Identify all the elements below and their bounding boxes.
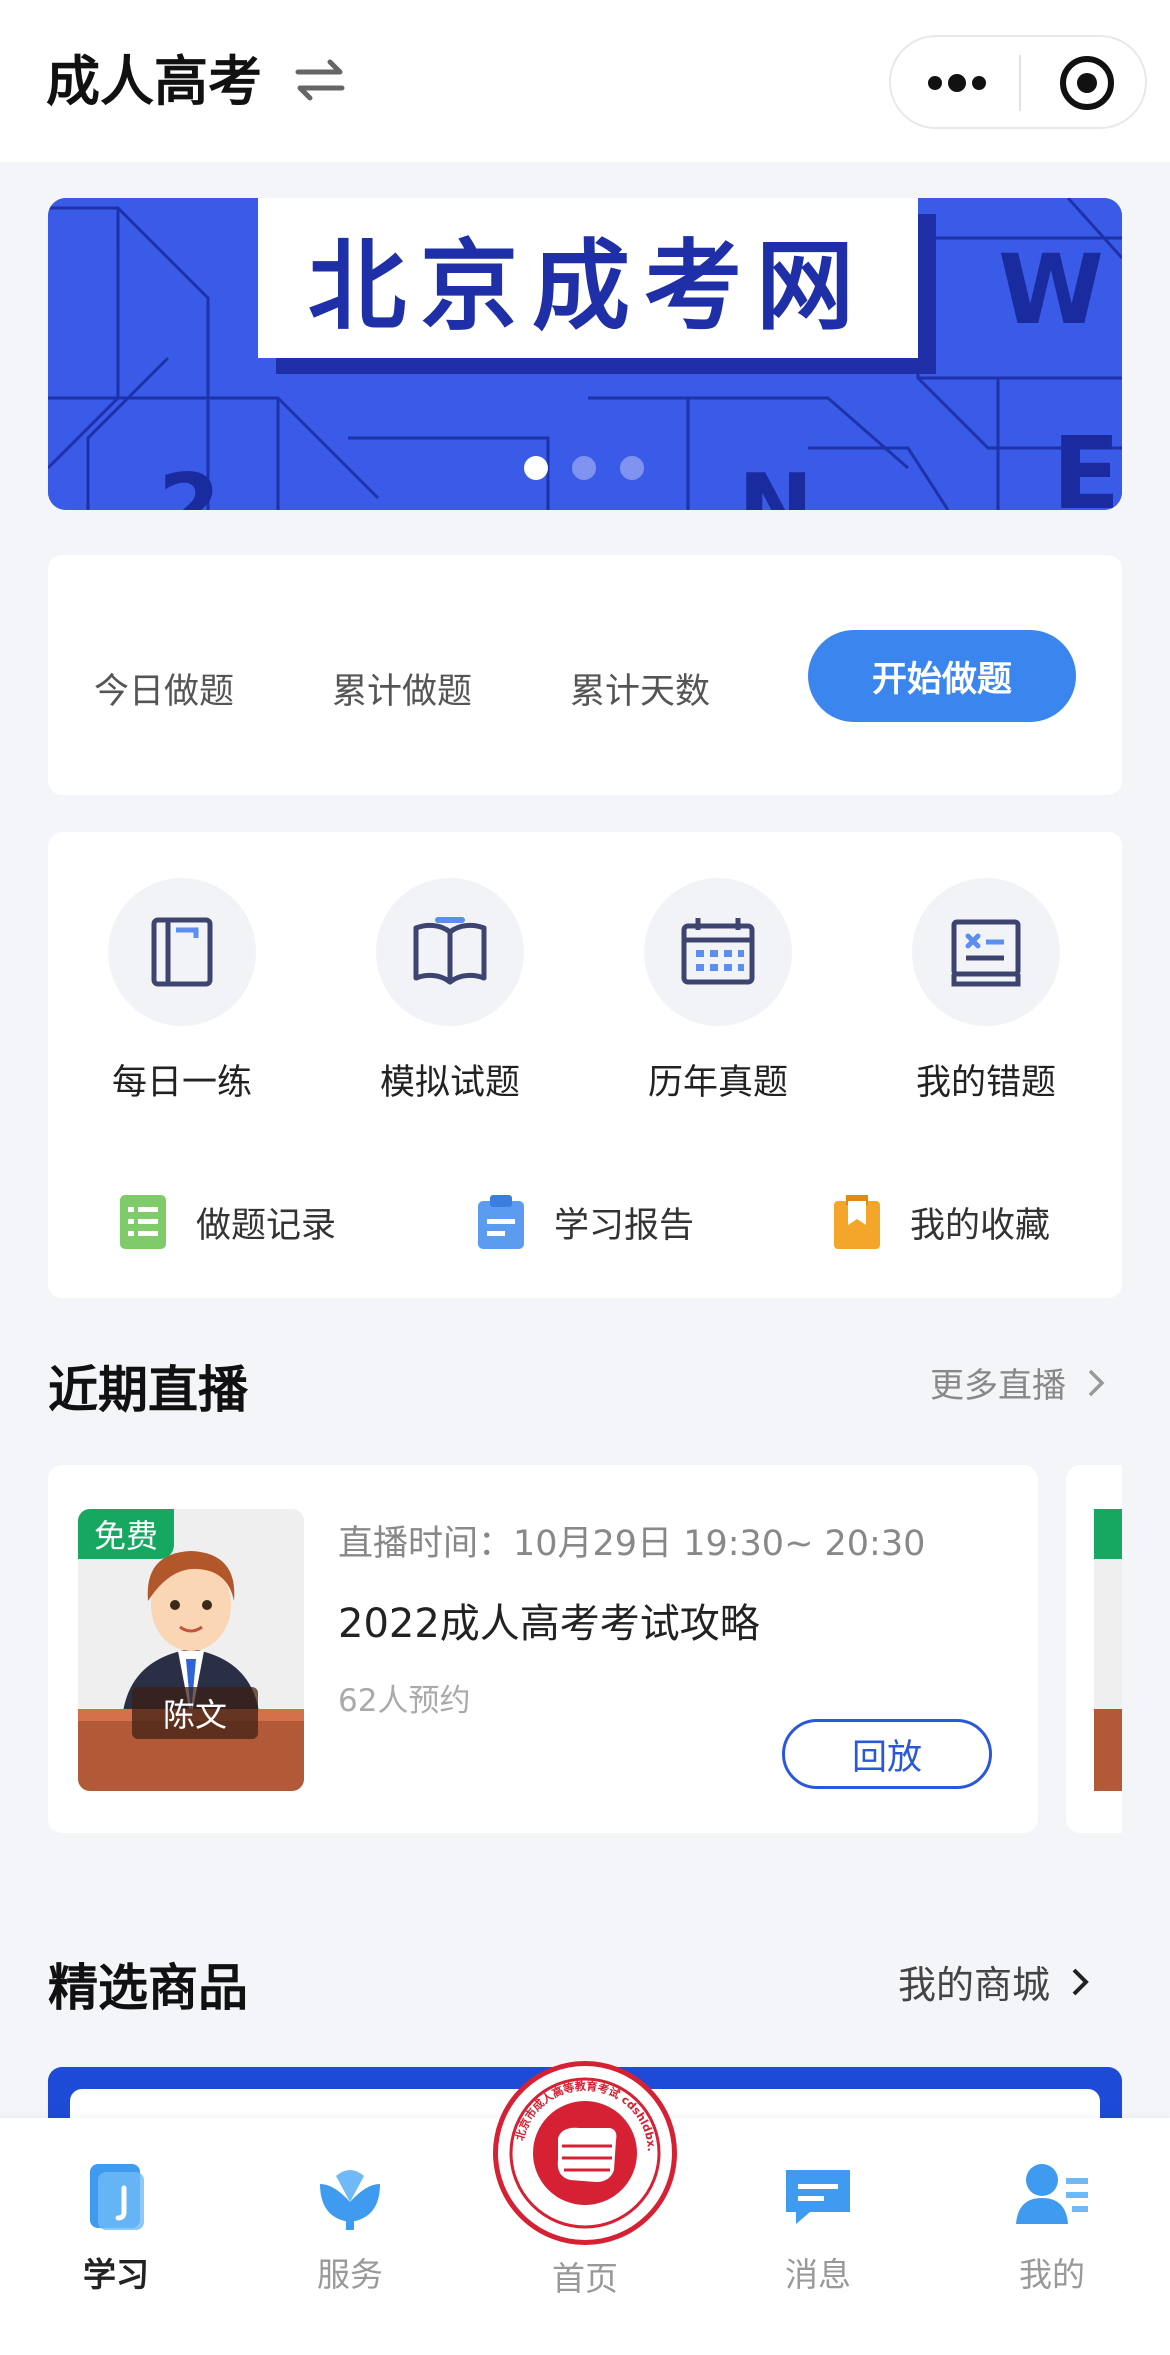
capsule-divider [1019, 55, 1021, 111]
feature-label: 模拟试题 [379, 1063, 520, 1103]
open-book-icon [413, 917, 487, 985]
banner-dot[interactable] [524, 456, 548, 480]
study-icon [90, 2164, 144, 2230]
bookmark-icon [834, 1195, 880, 1249]
report-icon [478, 1195, 524, 1249]
tab-label: 消息 [785, 2255, 851, 2294]
banner-letter-w: W [998, 234, 1104, 346]
banner-letter-n: N [738, 455, 813, 510]
live-title: 2022成人高考考试攻略 [338, 1601, 760, 1647]
free-badge: 免费 [78, 1509, 174, 1559]
banner-letter-e: E [1052, 415, 1120, 510]
features-card: 每日一练 模拟试题 历年真题 我的错题 做题记录 学习报告 我的收藏 [48, 832, 1122, 1298]
notebook-icon [151, 917, 213, 987]
next-live-thumb [1094, 1509, 1122, 1791]
practice-stats-card: 今日做题 累计做题 累计天数 开始做题 [48, 555, 1122, 795]
chevron-right-icon [1088, 1369, 1105, 1396]
my-mall-label: 我的商城 [898, 1963, 1051, 2007]
feature-label: 我的错题 [915, 1063, 1056, 1103]
total-days-label: 累计天数 [570, 672, 711, 712]
record-icon [120, 1195, 166, 1249]
service-icon [320, 2170, 380, 2230]
feature-past-papers[interactable]: 历年真题 [618, 878, 818, 1105]
feature-icon-bg [376, 878, 524, 1026]
quick-link-label: 学习报告 [554, 1205, 695, 1246]
feature-mock-exam[interactable]: 模拟试题 [350, 878, 550, 1105]
home-seal-logo: 北京市成人高等教育考试 cdshldbx.com [500, 2068, 665, 2233]
live-time: 直播时间：10月29日 19:30~ 20:30 [338, 1524, 926, 1564]
feature-icon-bg [912, 878, 1060, 1026]
tab-label: 服务 [317, 2255, 383, 2294]
start-practice-button[interactable]: 开始做题 [808, 630, 1076, 722]
tab-study[interactable]: 学习 [36, 2158, 196, 2296]
quick-link-label: 做题记录 [196, 1205, 337, 1246]
today-count-label: 今日做题 [94, 672, 235, 712]
feature-label: 每日一练 [111, 1063, 252, 1103]
tab-profile[interactable]: 我的 [972, 2158, 1132, 2296]
close-target-icon[interactable] [1057, 53, 1117, 113]
feature-icon-bg [644, 878, 792, 1026]
more-live-label: 更多直播 [930, 1366, 1066, 1406]
live-card[interactable]: 免费 陈文 直播时间：10月29日 19:30~ 20:30 2022成人高考考… [48, 1465, 1038, 1833]
tab-home-logo[interactable]: 北京市成人高等教育考试 cdshldbx.com [493, 2061, 677, 2245]
feature-label: 历年真题 [647, 1063, 788, 1103]
total-count-label: 累计做题 [332, 672, 473, 712]
switch-icon[interactable] [292, 56, 348, 104]
banner-title-box: 北京成考网 [258, 198, 918, 358]
top-bar: 成人高考 [0, 0, 1170, 162]
banner-title: 北京成考网 [307, 230, 868, 344]
message-icon [786, 2170, 850, 2224]
banner-dot[interactable] [620, 456, 644, 480]
quick-link-report[interactable]: 学习报告 [478, 1192, 694, 1252]
feature-icon-bg [108, 878, 256, 1026]
more-icon[interactable] [925, 67, 989, 99]
next-live-card-peek[interactable] [1066, 1465, 1122, 1833]
reservation-count: 62人预约 [338, 1683, 471, 1719]
quick-link-record[interactable]: 做题记录 [120, 1192, 336, 1252]
my-mall-link[interactable]: 我的商城 [898, 1954, 1092, 2009]
feature-daily-practice[interactable]: 每日一练 [82, 878, 282, 1105]
live-section-title: 近期直播 [48, 1361, 248, 1419]
mini-program-capsule [889, 35, 1147, 129]
tab-label: 我的 [1019, 2255, 1085, 2294]
tab-service[interactable]: 服务 [270, 2158, 430, 2296]
banner-digit: 2 [158, 455, 221, 510]
quick-link-label: 我的收藏 [910, 1205, 1051, 1246]
quick-link-favorites[interactable]: 我的收藏 [834, 1192, 1050, 1252]
wrong-book-icon [951, 919, 1021, 987]
profile-icon [1016, 2164, 1088, 2224]
replay-button[interactable]: 回放 [782, 1719, 992, 1789]
products-section-title: 精选商品 [48, 1959, 248, 2017]
feature-wrong-questions[interactable]: 我的错题 [886, 878, 1086, 1105]
app-title: 成人高考 [46, 50, 262, 113]
calendar-icon [681, 918, 755, 985]
promo-banner[interactable]: W E N 2 北京成考网 [48, 198, 1122, 510]
banner-pagination [524, 456, 644, 480]
tab-messages[interactable]: 消息 [738, 2158, 898, 2296]
chevron-right-icon [1072, 1968, 1089, 1995]
tab-home-label[interactable]: 首页 [505, 2252, 665, 2300]
more-live-link[interactable]: 更多直播 [930, 1358, 1108, 1407]
teacher-name: 陈文 [132, 1687, 258, 1739]
banner-dot[interactable] [572, 456, 596, 480]
tab-label: 学习 [83, 2255, 149, 2294]
